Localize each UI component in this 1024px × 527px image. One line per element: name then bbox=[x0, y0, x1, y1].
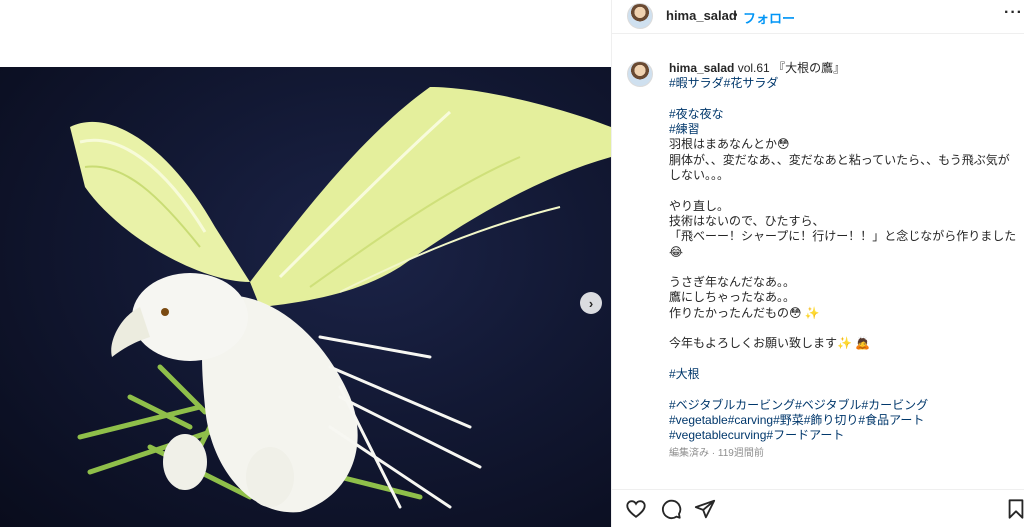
edited-timestamp: 編集済み · 119週間前 bbox=[669, 448, 764, 460]
instagram-post-modal: › hima_salad • フォロー ··· hima_salad vol.6… bbox=[0, 0, 1024, 527]
hashtag-line[interactable]: #vegetable#carving#野菜#飾り切り#食品アート bbox=[669, 413, 1019, 428]
header-username[interactable]: hima_salad bbox=[666, 8, 737, 23]
action-bar bbox=[612, 489, 1024, 527]
hashtag-line[interactable]: #練習 bbox=[669, 122, 1019, 137]
comment-icon[interactable] bbox=[660, 498, 682, 520]
hashtag-line[interactable]: #ベジタブルカービング#ベジタブル#カービング bbox=[669, 398, 1019, 413]
caption-line: 胴体が、、変だなあ、、変だなあと粘っていたら、、もう飛ぶ気がしない。。。 bbox=[669, 152, 1010, 183]
post-sidebar: hima_salad • フォロー ··· hima_salad vol.61 … bbox=[611, 0, 1024, 527]
more-options-icon[interactable]: ··· bbox=[1004, 4, 1023, 22]
heart-icon[interactable] bbox=[625, 498, 647, 520]
caption-line: 鷹にしちゃったなあ。。 bbox=[669, 290, 796, 305]
post-photo[interactable]: › bbox=[0, 67, 611, 527]
hashtag-line[interactable]: #大根 bbox=[669, 367, 1019, 382]
caption-line: 作りたかったんだもの😳 ✨ bbox=[669, 305, 820, 320]
caption-line: 羽根はまあなんとか😳 bbox=[669, 137, 790, 152]
avatar[interactable] bbox=[627, 3, 653, 29]
hashtag-line[interactable]: #暇サラダ#花サラダ bbox=[669, 76, 1019, 91]
caption-avatar[interactable] bbox=[627, 61, 653, 87]
radish-eagle-image bbox=[70, 87, 611, 513]
chevron-right-icon: › bbox=[588, 295, 594, 311]
share-icon[interactable] bbox=[694, 498, 716, 520]
caption-line: 今年もよろしくお願い致します✨ 🙇 bbox=[669, 336, 871, 351]
bookmark-icon[interactable] bbox=[1005, 498, 1024, 520]
caption-line: うさぎ年なんだなあ。。 bbox=[669, 275, 796, 290]
hashtag-line[interactable]: #夜な夜な bbox=[669, 107, 1019, 122]
post-header: hima_salad • フォロー ··· bbox=[612, 0, 1024, 34]
caption-line: 「飛べーー！シャープに！行けー！！」と念じながら作りました😂 bbox=[669, 229, 1017, 259]
caption-username[interactable]: hima_salad bbox=[669, 61, 734, 75]
caption-line: vol.61 『大根の鷹』 bbox=[734, 61, 846, 75]
next-image-button[interactable]: › bbox=[580, 292, 602, 314]
caption-line: やり直し。 bbox=[669, 198, 730, 213]
follow-button[interactable]: フォロー bbox=[743, 8, 795, 27]
caption-text: hima_salad vol.61 『大根の鷹』 #暇サラダ#花サラダ #夜な夜な… bbox=[669, 61, 1019, 462]
separator-dot: • bbox=[733, 7, 738, 22]
caption-line: 技術はないので、ひたすら、 bbox=[669, 213, 825, 228]
hashtag-line[interactable]: #vegetablecurving#フードアート bbox=[669, 428, 1019, 443]
media-pane: › bbox=[0, 0, 611, 527]
